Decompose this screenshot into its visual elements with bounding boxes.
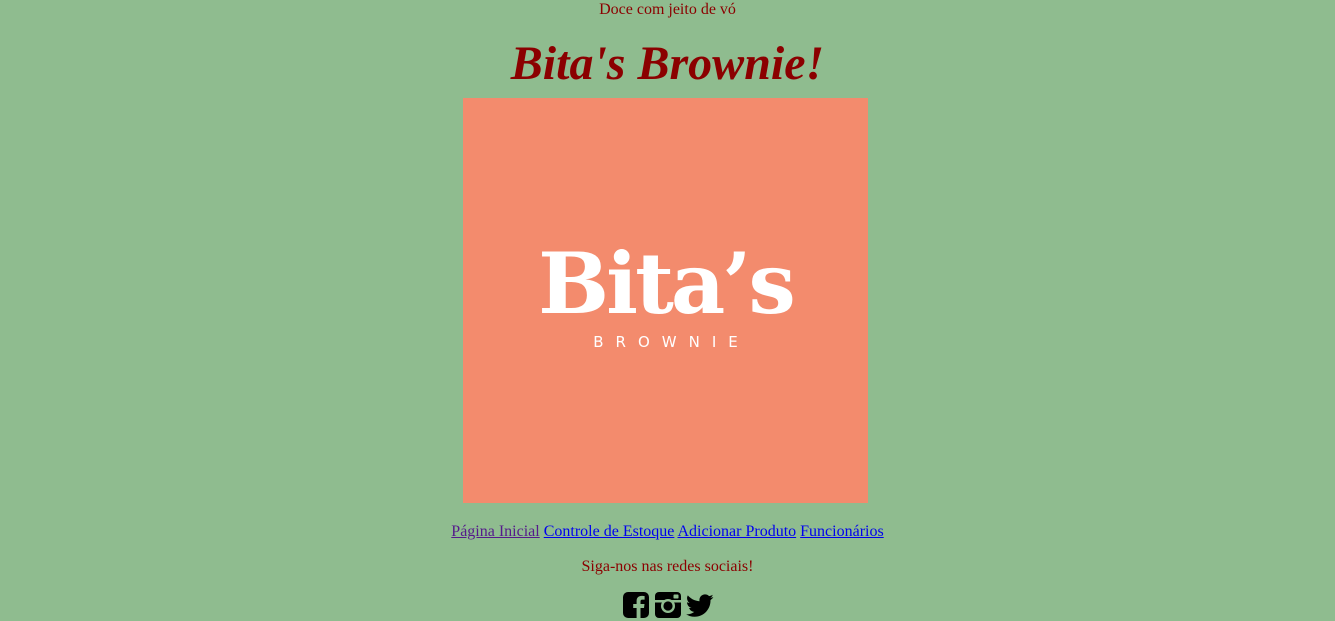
instagram-icon[interactable] — [654, 591, 682, 619]
logo-name: Bita’s — [538, 234, 796, 333]
nav-link-employees[interactable]: Funcionários — [800, 523, 884, 540]
logo-subtitle: BROWNIE — [593, 333, 750, 351]
twitter-icon[interactable] — [685, 591, 714, 619]
main-nav: Página Inicial Controle de Estoque Adici… — [0, 523, 1335, 541]
nav-link-home[interactable]: Página Inicial — [451, 523, 539, 540]
tagline: Doce com jeito de vó — [599, 1, 736, 18]
social-links — [0, 591, 1335, 619]
nav-link-add-product[interactable]: Adicionar Produto — [677, 523, 796, 540]
page-title: Bita's Brownie! — [510, 37, 825, 90]
facebook-icon[interactable] — [622, 591, 650, 619]
social-heading: Siga-nos nas redes sociais! — [581, 558, 754, 575]
nav-link-stock-control[interactable]: Controle de Estoque — [544, 523, 675, 540]
brand-logo: Bita’s BROWNIE — [463, 98, 868, 503]
